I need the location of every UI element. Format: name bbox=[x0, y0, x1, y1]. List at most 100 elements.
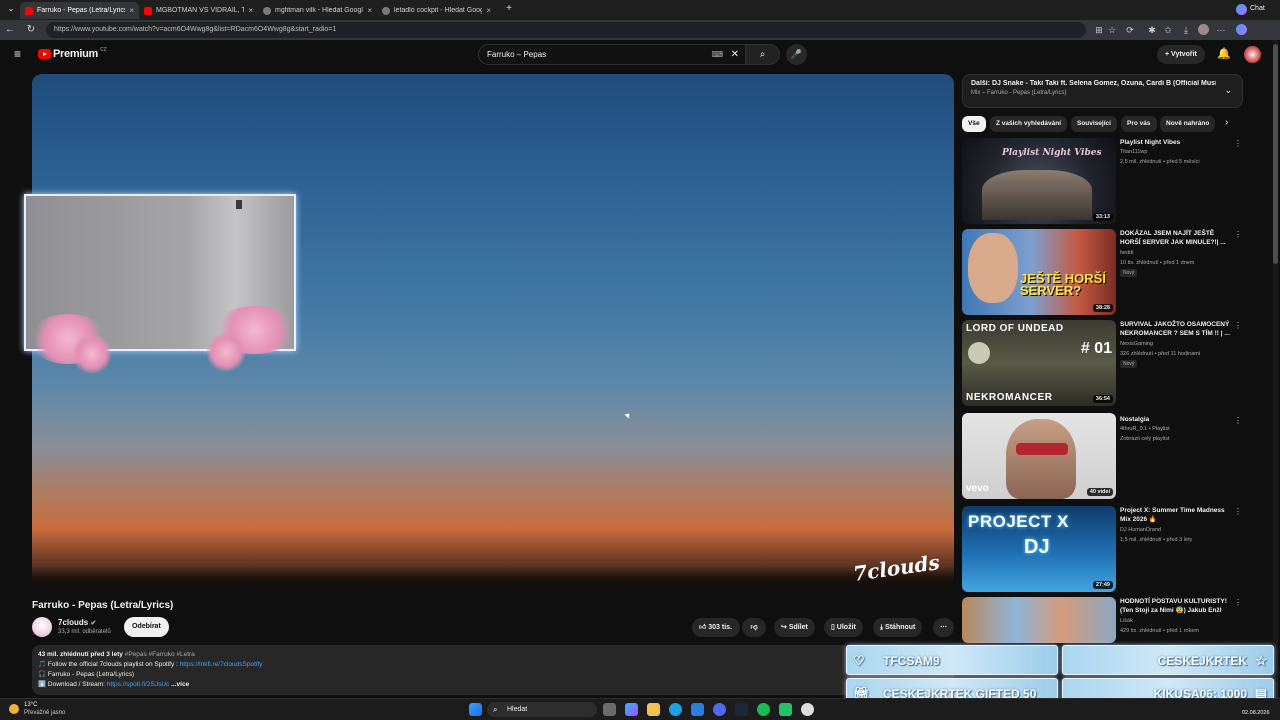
edge-browser-icon[interactable] bbox=[669, 703, 682, 716]
recommendation-title[interactable]: SURVIVAL JAKOŽTO OSAMOCENÝ NEKROMANCER ?… bbox=[1120, 320, 1232, 338]
close-tab-icon[interactable]: × bbox=[129, 6, 134, 15]
channel-avatar[interactable] bbox=[32, 617, 52, 637]
recommendation-thumbnail[interactable]: vevo 40 videí bbox=[962, 413, 1116, 499]
notifications-bell-icon[interactable]: 🔔 bbox=[1217, 47, 1231, 60]
hamburger-menu-icon[interactable]: ≡ bbox=[14, 48, 21, 60]
recommendation-channel[interactable]: 4thruR_0.1 • Playlist bbox=[1120, 426, 1170, 432]
recommendation-channel[interactable]: heddi bbox=[1120, 250, 1133, 256]
recommendation-title[interactable]: Project X: Summer Time Madness Mix 2026 … bbox=[1120, 506, 1232, 524]
download-icon[interactable]: ⤓ bbox=[1180, 24, 1192, 36]
close-tab-icon[interactable]: × bbox=[486, 6, 491, 15]
voice-search-button[interactable]: 🎤 bbox=[786, 44, 807, 65]
file-explorer-icon[interactable] bbox=[647, 703, 660, 716]
recommendation-thumbnail[interactable] bbox=[962, 597, 1116, 643]
video-duration: 38:28 bbox=[1092, 304, 1113, 312]
install-app-icon[interactable]: ⊞ bbox=[1093, 24, 1105, 36]
chevron-down-icon[interactable]: ⌄ bbox=[1224, 85, 1232, 96]
more-actions-button[interactable]: ⋯ bbox=[933, 618, 954, 637]
copilot-icon[interactable] bbox=[1236, 4, 1247, 15]
hashtags[interactable]: #Pepas #Farruko #Letra bbox=[125, 651, 195, 658]
taskbar-search[interactable]: ⌕ Hledat bbox=[487, 702, 597, 717]
spotify-icon[interactable] bbox=[757, 703, 770, 716]
recommendation-title[interactable]: Nostalgia bbox=[1120, 415, 1232, 424]
search-button[interactable]: ⌕ bbox=[746, 44, 780, 65]
share-button[interactable]: ↪ Sdílet bbox=[774, 618, 815, 637]
chip-for-you[interactable]: Pro vás bbox=[1121, 116, 1157, 132]
next-in-mix-panel[interactable]: Další: DJ Snake - Taki Taki ft. Selena G… bbox=[962, 74, 1243, 108]
more-vertical-icon[interactable]: ⋮ bbox=[1234, 416, 1242, 425]
channel-name[interactable]: 7clouds ✔ bbox=[58, 618, 96, 627]
create-button[interactable]: + Vytvořit bbox=[1157, 45, 1205, 64]
like-button[interactable]: 👍︎ 303 tis. bbox=[692, 618, 741, 637]
download-button[interactable]: ⤓ Stáhnout bbox=[873, 618, 923, 637]
tab-mgfitman-search[interactable]: mgfitman vilk - Hledat Googlem × bbox=[258, 2, 377, 19]
task-view-icon[interactable] bbox=[603, 703, 616, 716]
description-box[interactable]: 43 mil. zhlédnutí před 3 lety #Pepas #Fa… bbox=[32, 645, 954, 695]
save-button[interactable]: ▯ Uložit bbox=[824, 618, 863, 637]
clear-search-icon[interactable]: ✕ bbox=[731, 45, 739, 64]
new-tab-icon[interactable]: + bbox=[502, 2, 516, 16]
recommendation-channel[interactable]: Lišák bbox=[1120, 618, 1133, 624]
spotify-playlist-link[interactable]: https://lnkfi.re/7cloudsSpotify bbox=[180, 661, 263, 668]
more-menu-icon[interactable]: ⋯ bbox=[1215, 24, 1227, 36]
more-vertical-icon[interactable]: ⋮ bbox=[1234, 230, 1242, 239]
chip-from-searches[interactable]: Z vašich vyhledávání bbox=[990, 116, 1068, 132]
refresh-extension-icon[interactable]: ⟳ bbox=[1124, 24, 1136, 36]
recommendation-title[interactable]: Playlist Night Vibes bbox=[1120, 138, 1232, 147]
page-scrollbar[interactable] bbox=[1273, 40, 1278, 698]
chip-recently-uploaded[interactable]: Nově nahráno bbox=[1160, 116, 1216, 132]
url-field[interactable]: https://www.youtube.com/watch?v=acm6O4Ww… bbox=[46, 22, 1086, 38]
chat-label[interactable]: Chat bbox=[1250, 5, 1265, 12]
copilot-sidebar-icon[interactable] bbox=[1236, 24, 1247, 35]
subscribe-button[interactable]: Odebírat bbox=[124, 617, 169, 637]
more-vertical-icon[interactable]: ⋮ bbox=[1234, 598, 1242, 607]
weather-temperature[interactable]: 13°C bbox=[24, 702, 37, 708]
recommendation-thumbnail[interactable]: PROJECT X DJ 27:49 bbox=[962, 506, 1116, 592]
tab-list-icon[interactable]: ⌄ bbox=[4, 2, 18, 16]
steam-icon[interactable] bbox=[735, 703, 748, 716]
windows-start-icon[interactable] bbox=[469, 703, 482, 716]
account-avatar[interactable] bbox=[1244, 46, 1261, 63]
sun-cloud-icon[interactable] bbox=[9, 704, 19, 714]
taskbar-date[interactable]: 02.08.2026 bbox=[1242, 710, 1270, 716]
search-input[interactable]: Farruko – Pepas ⌨ ✕ bbox=[478, 44, 746, 65]
chip-related[interactable]: Související bbox=[1071, 116, 1117, 132]
weather-description[interactable]: Převážně jasno bbox=[24, 710, 65, 716]
keyboard-icon[interactable]: ⌨ bbox=[711, 45, 723, 64]
close-tab-icon[interactable]: × bbox=[248, 6, 253, 15]
tab-mgbotman[interactable]: MGBOTMAN VS VIDRAIL, TARY FL × bbox=[139, 2, 258, 19]
more-vertical-icon[interactable]: ⋮ bbox=[1234, 321, 1242, 330]
recommendation-thumbnail[interactable]: JEŠTĚ HORŠÍ SERVER? 38:28 bbox=[962, 229, 1116, 315]
copilot-taskbar-icon[interactable] bbox=[625, 703, 638, 716]
tab-letadlo-search[interactable]: letadlo cockpit - Hledat Googlem × bbox=[377, 2, 496, 19]
recommendation-title[interactable]: HODNOTÍ POSTAVU KULTURISTY! (Ten Stojí z… bbox=[1120, 597, 1232, 615]
more-vertical-icon[interactable]: ⋮ bbox=[1234, 139, 1242, 148]
more-vertical-icon[interactable]: ⋮ bbox=[1234, 507, 1242, 516]
chip-all[interactable]: Vše bbox=[962, 116, 986, 132]
reload-icon[interactable]: ↻ bbox=[24, 23, 38, 37]
recommendation-thumbnail[interactable]: Playlist Night Vibes 33:13 bbox=[962, 138, 1116, 224]
recommendation-channel[interactable]: DJ HumanDrand bbox=[1120, 527, 1161, 533]
store-icon[interactable] bbox=[691, 703, 704, 716]
xbox-icon[interactable] bbox=[779, 703, 792, 716]
download-stream-link[interactable]: https://spoti.fi/2SJsUc bbox=[107, 681, 170, 688]
bookmark-star-icon[interactable]: ☆ bbox=[1106, 24, 1118, 36]
chips-next-chevron-icon[interactable]: › bbox=[1225, 117, 1228, 128]
view-full-playlist-link[interactable]: Zobrazit celý playlist bbox=[1120, 436, 1170, 442]
extension-icon[interactable]: ✱ bbox=[1146, 24, 1158, 36]
recommendation-title[interactable]: DOKÁZAL JSEM NAJÍT JEŠTĚ HORŠÍ SERVER JA… bbox=[1120, 229, 1232, 247]
show-more-link[interactable]: ...více bbox=[171, 681, 189, 688]
favorites-icon[interactable]: ✩ bbox=[1162, 24, 1174, 36]
youtube-premium-logo[interactable]: Premium CZ bbox=[38, 47, 107, 60]
discord-icon[interactable] bbox=[713, 703, 726, 716]
scrollbar-thumb[interactable] bbox=[1273, 44, 1278, 264]
dislike-button[interactable]: 👎︎ bbox=[742, 618, 766, 637]
recommendation-channel[interactable]: NexisGaming bbox=[1120, 341, 1153, 347]
obs-icon[interactable] bbox=[801, 703, 814, 716]
profile-avatar[interactable] bbox=[1198, 24, 1209, 35]
recommendation-channel[interactable]: Titan111wp bbox=[1120, 149, 1147, 155]
back-icon[interactable]: ← bbox=[3, 23, 17, 37]
recommendation-thumbnail[interactable]: LORD OF UNDEAD # 01 NEKROMANCER 36:54 bbox=[962, 320, 1116, 406]
tab-farruko-pepas[interactable]: Farruko - Pepas (Letra/Lyrics) × bbox=[20, 2, 139, 19]
close-tab-icon[interactable]: × bbox=[367, 6, 372, 15]
